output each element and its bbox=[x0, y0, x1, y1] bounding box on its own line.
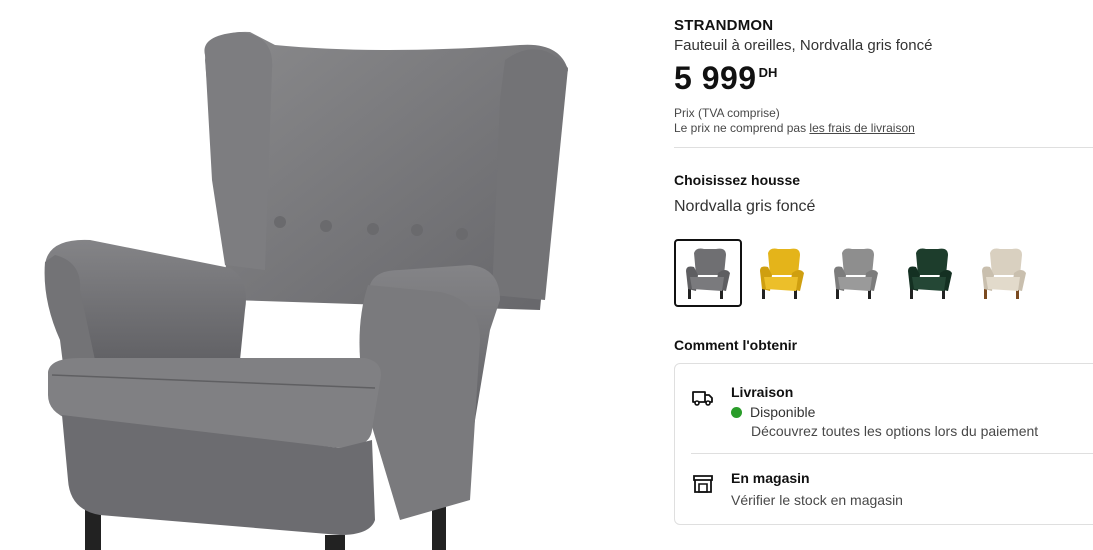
cover-swatch-yellow[interactable] bbox=[748, 239, 816, 307]
delivery-fee-note: Le prix ne comprend pas les frais de liv… bbox=[674, 121, 915, 135]
store-icon bbox=[693, 475, 713, 493]
availability-card: Livraison Disponible Découvrez toutes le… bbox=[674, 363, 1093, 525]
store-note: Vérifier le stock en magasin bbox=[731, 492, 903, 508]
chair-thumbnail-icon bbox=[908, 248, 952, 299]
delivery-fee-link[interactable]: les frais de livraison bbox=[809, 121, 914, 135]
delivery-option[interactable]: Livraison Disponible Découvrez toutes le… bbox=[691, 384, 1093, 444]
price-currency: DH bbox=[758, 65, 778, 80]
cover-swatch-grey[interactable] bbox=[674, 239, 742, 307]
delivery-status-text: Disponible bbox=[750, 404, 816, 420]
cover-selected-value: Nordvalla gris foncé bbox=[674, 198, 816, 215]
vat-note: Prix (TVA comprise) bbox=[674, 106, 780, 120]
product-name: STRANDMON bbox=[674, 17, 774, 34]
product-image bbox=[0, 0, 640, 550]
cover-swatch-dark-green[interactable] bbox=[896, 239, 964, 307]
divider bbox=[691, 453, 1093, 454]
armchair-image bbox=[44, 31, 568, 550]
status-dot-icon bbox=[731, 407, 742, 418]
chair-thumbnail-icon bbox=[760, 248, 804, 299]
divider bbox=[674, 147, 1093, 148]
cover-swatch-beige[interactable] bbox=[970, 239, 1038, 307]
price-amount: 5 999 bbox=[674, 60, 757, 96]
product-description: Fauteuil à oreilles, Nordvalla gris fonc… bbox=[674, 37, 933, 54]
availability-title: Comment l'obtenir bbox=[674, 337, 798, 353]
delivery-fee-text: Le prix ne comprend pas bbox=[674, 121, 810, 135]
chair-thumbnail-icon bbox=[834, 248, 878, 299]
chair-thumbnail-icon bbox=[686, 248, 730, 299]
store-option[interactable]: En magasin Vérifier le stock en magasin bbox=[691, 470, 1093, 514]
truck-icon bbox=[692, 391, 713, 406]
product-price: 5 999 DH bbox=[674, 58, 777, 98]
delivery-title: Livraison bbox=[731, 384, 794, 400]
cover-title: Choisissez housse bbox=[674, 172, 801, 188]
cover-swatches bbox=[674, 239, 1038, 307]
delivery-status: Disponible bbox=[731, 404, 815, 420]
product-info: STRANDMON Fauteuil à oreilles, Nordvalla… bbox=[674, 0, 1093, 550]
cover-swatch-light-grey[interactable] bbox=[822, 239, 890, 307]
chair-thumbnail-icon bbox=[982, 248, 1026, 299]
delivery-note: Découvrez toutes les options lors du pai… bbox=[751, 423, 1039, 439]
store-title: En magasin bbox=[731, 470, 810, 486]
